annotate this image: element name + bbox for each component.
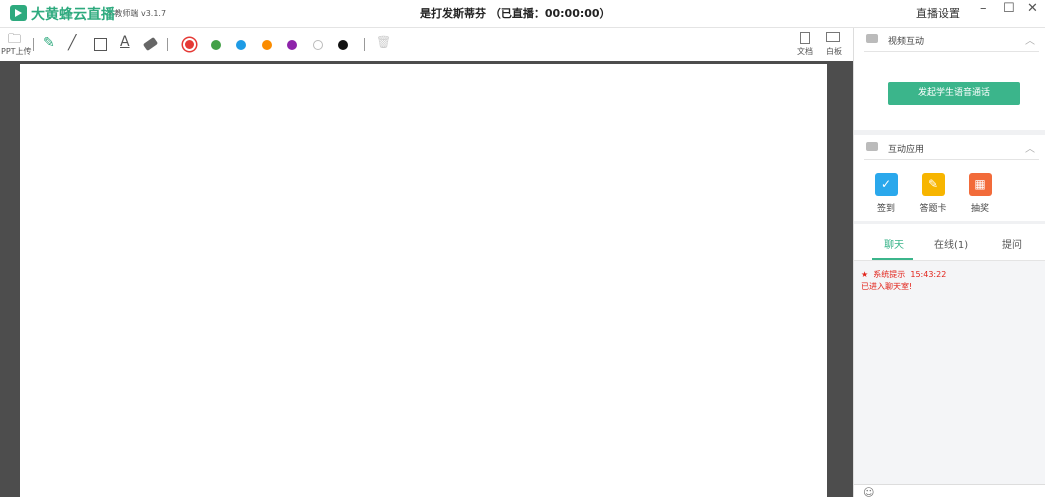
- chat-input[interactable]: ☺: [854, 484, 1045, 499]
- course-title: 是打发斯蒂芬 （已直播：00:00:00）: [420, 7, 611, 20]
- emoji-icon[interactable]: ☺: [863, 486, 874, 499]
- line-tool-icon[interactable]: ╱: [68, 35, 76, 51]
- color-swatch[interactable]: [287, 40, 297, 50]
- color-swatch[interactable]: [236, 40, 246, 50]
- whiteboard-icon[interactable]: [826, 32, 840, 42]
- right-panel: 视频互动 ︿ 发起学生语音通话 互动应用 ︿ ✓ 签到 ✎ 答题卡 ▦ 抽奖 聊天 在…: [853, 28, 1045, 499]
- color-swatch[interactable]: [312, 40, 323, 50]
- video-section-header[interactable]: 视频互动 ︿: [864, 28, 1039, 52]
- rectangle-tool-icon[interactable]: [94, 38, 107, 51]
- gift-icon: ▦: [968, 173, 992, 196]
- chat-messages: ★ 系统提示 15:43:22 已进入聊天室!: [854, 260, 1045, 484]
- whiteboard-label[interactable]: 白板: [826, 46, 842, 57]
- close-button[interactable]: ✕: [1027, 1, 1038, 16]
- app-lottery[interactable]: ▦ 抽奖: [960, 173, 1000, 214]
- calendar-check-icon: ✓: [874, 173, 898, 196]
- trash-icon[interactable]: 🗑: [376, 35, 391, 49]
- app-version: - 教师端 v3.1.7: [109, 9, 167, 18]
- presentation-stage: [0, 61, 853, 504]
- collapse-chevron-icon[interactable]: ︿: [1025, 32, 1035, 47]
- color-swatch[interactable]: [185, 40, 194, 49]
- color-swatch[interactable]: [261, 40, 272, 50]
- text-tool-icon[interactable]: A: [120, 34, 130, 50]
- document-icon[interactable]: [800, 32, 810, 44]
- app-checkin[interactable]: ✓ 签到: [866, 173, 906, 214]
- tab-chat[interactable]: 聊天: [884, 236, 904, 251]
- document-label[interactable]: 文档: [797, 46, 813, 57]
- app-logo-icon: [10, 5, 27, 21]
- app-name: 大黄蜂云直播: [31, 7, 115, 23]
- live-settings-button[interactable]: 直播设置: [916, 5, 960, 21]
- chat-message-text: 已进入聊天室!: [861, 282, 913, 291]
- app-answer-card[interactable]: ✎ 答题卡: [913, 173, 953, 214]
- title-bar: 大黄蜂云直播 - 教师端 v3.1.7 是打发斯蒂芬 （已直播：00:00:00…: [0, 0, 1045, 28]
- color-swatch[interactable]: [210, 40, 221, 50]
- tab-questions[interactable]: 提问: [1002, 236, 1022, 251]
- tab-online[interactable]: 在线(1): [934, 236, 968, 251]
- maximize-button[interactable]: ☐: [1003, 1, 1015, 16]
- minimize-button[interactable]: –: [980, 1, 987, 16]
- start-voice-call-button[interactable]: 发起学生语音通话: [888, 82, 1020, 105]
- pencil-icon[interactable]: ✎: [43, 35, 55, 51]
- answer-card-icon: ✎: [921, 173, 945, 196]
- collapse-chevron-icon[interactable]: ︿: [1025, 140, 1035, 155]
- whiteboard-canvas[interactable]: [20, 64, 827, 504]
- users-icon: [866, 142, 878, 151]
- video-icon: [866, 34, 878, 43]
- ppt-upload-label[interactable]: PPT上传: [1, 46, 32, 57]
- chat-message-header: ★ 系统提示 15:43:22: [861, 270, 947, 279]
- apps-section-header[interactable]: 互动应用 ︿: [864, 136, 1039, 160]
- color-swatch[interactable]: [338, 40, 348, 50]
- star-icon: ★: [861, 270, 869, 279]
